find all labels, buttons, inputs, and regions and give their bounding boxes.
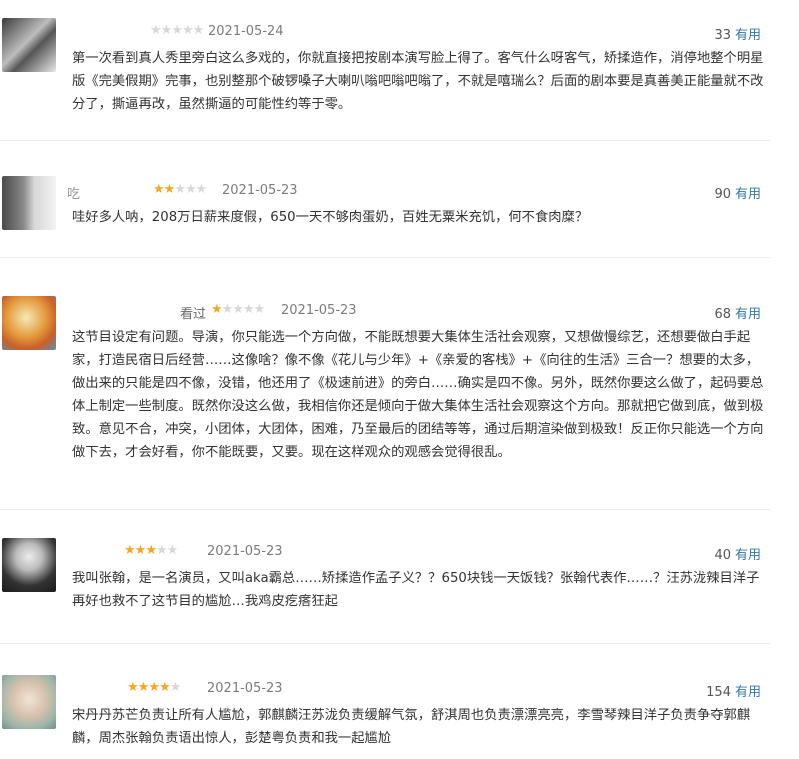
vote-count: 154 <box>706 685 731 700</box>
vote-count: 33 <box>714 28 731 43</box>
useful-button[interactable]: 有用 <box>735 307 761 322</box>
rating-stars: ★★★★★ <box>124 543 179 558</box>
useful-votes[interactable]: 33 有用 <box>714 24 761 43</box>
useful-button[interactable]: 有用 <box>735 548 761 563</box>
star-icon: ★ <box>155 543 168 558</box>
divider <box>0 257 770 258</box>
rating-stars: ★★★★★ <box>127 680 182 695</box>
divider <box>0 509 770 510</box>
review-date: 2021-05-23 <box>222 183 298 198</box>
vote-count: 90 <box>714 187 731 202</box>
useful-votes[interactable]: 154 有用 <box>706 681 761 700</box>
review-content: 我叫张翰，是一名演员，又叫aka霸总……矫揉造作孟子义？？650块钱一天饭钱？张… <box>72 571 760 609</box>
star-icon: ★ <box>184 182 197 197</box>
useful-button[interactable]: 有用 <box>735 685 761 700</box>
star-icon: ★ <box>166 543 179 558</box>
avatar[interactable] <box>2 675 56 729</box>
star-icon: ★ <box>163 182 176 197</box>
rating-stars: ★★★★★ <box>153 182 208 197</box>
review-date: 2021-05-23 <box>207 544 283 559</box>
star-icon: ★ <box>195 182 208 197</box>
review-date: 2021-05-23 <box>207 681 283 696</box>
star-icon: ★ <box>211 302 223 317</box>
star-icon: ★ <box>160 23 173 38</box>
star-icon: ★ <box>253 302 266 317</box>
avatar[interactable] <box>2 296 56 350</box>
useful-votes[interactable]: 68 有用 <box>714 303 761 322</box>
vote-count: 40 <box>714 548 731 563</box>
review-date: 2021-05-23 <box>281 303 357 318</box>
divider <box>0 643 770 644</box>
username[interactable]: 吃 <box>67 183 80 202</box>
star-icon: ★ <box>137 680 150 695</box>
star-icon: ★ <box>174 182 186 197</box>
star-icon: ★ <box>124 543 136 558</box>
review-content: 第一次看到真人秀里旁白这么多戏的，你就直接把按剧本演写脸上得了。客气什么呀客气，… <box>72 51 764 112</box>
star-icon: ★ <box>181 23 194 38</box>
avatar[interactable] <box>2 18 56 72</box>
star-icon: ★ <box>150 23 162 38</box>
vote-count: 68 <box>714 307 731 322</box>
watch-status: 看过 <box>180 307 207 322</box>
avatar[interactable] <box>2 176 56 230</box>
useful-votes[interactable]: 40 有用 <box>714 544 761 563</box>
review-content: 哇好多人呐，208万日薪来度假，650一天不够肉蛋奶，百姓无粟米充饥，何不食肉糜… <box>72 210 589 225</box>
star-icon: ★ <box>158 680 171 695</box>
star-icon: ★ <box>221 302 234 317</box>
review-content: 宋丹丹苏芒负责让所有人尴尬，郭麒麟汪苏泷负责缓解气氛，舒淇周也负责漂漂亮亮，李雪… <box>72 708 751 746</box>
rating-stars: ★★★★★ <box>211 302 266 317</box>
useful-button[interactable]: 有用 <box>735 28 761 43</box>
review-date: 2021-05-24 <box>208 24 284 39</box>
star-icon: ★ <box>232 302 244 317</box>
review-content: 这节目设定有问题。导演，你只能选一个方向做，不能既想要大集体生活社会观察，又想做… <box>72 330 764 460</box>
avatar[interactable] <box>2 538 56 592</box>
divider <box>0 140 770 141</box>
star-icon: ★ <box>169 680 182 695</box>
rating-stars: ★★★★★ <box>150 23 205 38</box>
star-icon: ★ <box>148 680 160 695</box>
star-icon: ★ <box>153 182 165 197</box>
star-icon: ★ <box>127 680 139 695</box>
useful-votes[interactable]: 90 有用 <box>714 183 761 202</box>
star-icon: ★ <box>134 543 147 558</box>
star-icon: ★ <box>145 543 157 558</box>
star-icon: ★ <box>242 302 255 317</box>
star-icon: ★ <box>192 23 205 38</box>
star-icon: ★ <box>171 23 183 38</box>
useful-button[interactable]: 有用 <box>735 187 761 202</box>
